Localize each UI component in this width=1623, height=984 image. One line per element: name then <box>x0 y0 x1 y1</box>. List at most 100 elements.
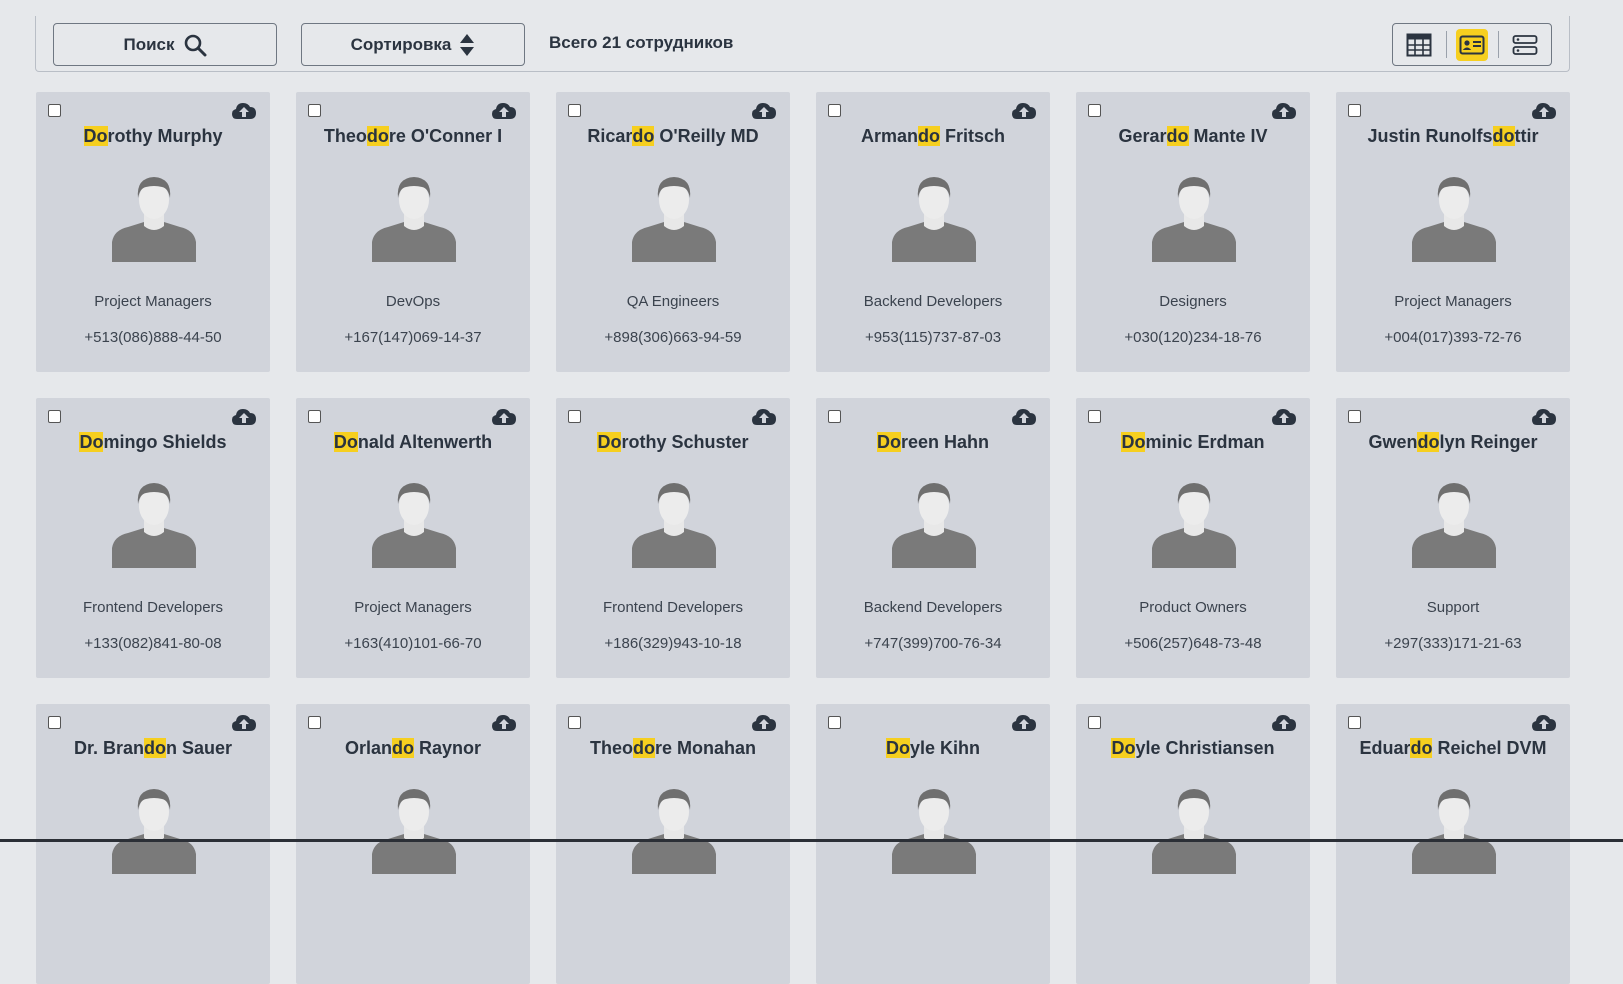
employee-card[interactable]: Domingo Shields Frontend Developers +133(0… <box>36 398 270 678</box>
employee-phone: +297(333)171-21-63 <box>1384 635 1522 652</box>
cloud-upload-icon[interactable] <box>491 101 517 121</box>
employee-card[interactable]: Doyle Kihn <box>816 704 1050 984</box>
table-view-button[interactable] <box>1393 24 1446 65</box>
employee-name: Orlando Raynor <box>344 738 482 758</box>
search-match-highlight: do <box>366 126 389 146</box>
avatar <box>892 786 976 874</box>
employee-card[interactable]: Dominic Erdman Product Owners +506(257)648… <box>1076 398 1310 678</box>
employee-name: Theodore O'Conner I <box>323 126 503 146</box>
employee-card[interactable]: Ricardo O'Reilly MD QA Engineers +898(306)… <box>556 92 790 372</box>
select-checkbox[interactable] <box>48 104 61 117</box>
list-rows-icon <box>1512 34 1538 55</box>
employee-department: Support <box>1426 599 1480 616</box>
select-checkbox[interactable] <box>1348 410 1361 423</box>
search-match-highlight: Do <box>885 738 910 758</box>
cards-view-button[interactable] <box>1445 24 1499 65</box>
select-checkbox[interactable] <box>568 716 581 729</box>
cloud-upload-icon[interactable] <box>1011 713 1037 733</box>
sort-updown-icon <box>460 33 475 56</box>
select-checkbox[interactable] <box>1088 104 1101 117</box>
employee-card[interactable]: Dr. Brandon Sauer <box>36 704 270 984</box>
employee-department: QA Engineers <box>626 293 720 310</box>
select-checkbox[interactable] <box>1348 104 1361 117</box>
table-icon <box>1406 33 1432 56</box>
employee-name: Donald Altenwerth <box>333 432 493 452</box>
cloud-upload-icon[interactable] <box>231 407 257 427</box>
employee-card[interactable]: Justin Runolfsdottir Project Managers +004… <box>1336 92 1570 372</box>
search-match-highlight: do <box>1166 126 1189 146</box>
select-checkbox[interactable] <box>308 104 321 117</box>
cloud-upload-icon[interactable] <box>491 407 517 427</box>
search-match-highlight: do <box>632 738 655 758</box>
employee-department: Project Managers <box>1394 293 1512 310</box>
employee-card[interactable]: Eduardo Reichel DVM <box>1336 704 1570 984</box>
select-checkbox[interactable] <box>568 410 581 423</box>
employee-department: Backend Developers <box>863 293 1003 310</box>
sort-button[interactable]: Сортировка <box>301 23 525 66</box>
employee-card[interactable]: Theodore O'Conner I DevOps +167(147)069-14… <box>296 92 530 372</box>
search-match-highlight: do <box>144 738 166 758</box>
employee-card[interactable]: Dorothy Murphy Project Managers +513(086)8… <box>36 92 270 372</box>
employee-name: Domingo Shields <box>79 432 227 452</box>
cloud-upload-icon[interactable] <box>1531 713 1557 733</box>
list-view-button[interactable] <box>1498 24 1551 65</box>
search-match-highlight: do <box>1492 126 1515 146</box>
select-checkbox[interactable] <box>828 104 841 117</box>
employee-card[interactable]: Gerardo Mante IV Designers +030(120)234-18… <box>1076 92 1310 372</box>
employee-name: Dorothy Murphy <box>83 126 223 146</box>
select-checkbox[interactable] <box>828 716 841 729</box>
employee-department: Project Managers <box>354 599 472 616</box>
select-checkbox[interactable] <box>1088 716 1101 729</box>
select-checkbox[interactable] <box>568 104 581 117</box>
cloud-upload-icon[interactable] <box>1531 101 1557 121</box>
cloud-upload-icon[interactable] <box>1271 407 1297 427</box>
employee-department: Frontend Developers <box>602 599 744 616</box>
employee-phone: +030(120)234-18-76 <box>1124 329 1262 346</box>
employee-card[interactable]: Donald Altenwerth Project Managers +163(41… <box>296 398 530 678</box>
employee-card[interactable]: Orlando Raynor <box>296 704 530 984</box>
employee-card[interactable]: Armando Fritsch Backend Developers +953(11… <box>816 92 1050 372</box>
employee-card[interactable]: Theodore Monahan <box>556 704 790 984</box>
cloud-upload-icon[interactable] <box>1271 713 1297 733</box>
avatar <box>632 174 716 262</box>
employee-card[interactable]: Gwendolyn Reinger Support +297(333)171-21-… <box>1336 398 1570 678</box>
employee-name: Eduardo Reichel DVM <box>1359 738 1547 758</box>
select-checkbox[interactable] <box>48 716 61 729</box>
employee-phone: +506(257)648-73-48 <box>1124 635 1262 652</box>
cloud-upload-icon[interactable] <box>1531 407 1557 427</box>
cloud-upload-icon[interactable] <box>491 713 517 733</box>
employee-card[interactable]: Doreen Hahn Backend Developers +747(399)70… <box>816 398 1050 678</box>
employee-phone: +167(147)069-14-37 <box>344 329 482 346</box>
sort-button-label: Сортировка <box>350 34 452 54</box>
cloud-upload-icon[interactable] <box>1011 101 1037 121</box>
employee-phone: +747(399)700-76-34 <box>864 635 1002 652</box>
select-checkbox[interactable] <box>308 716 321 729</box>
avatar <box>1152 174 1236 262</box>
cloud-upload-icon[interactable] <box>1011 407 1037 427</box>
cloud-upload-icon[interactable] <box>751 407 777 427</box>
employee-department: Designers <box>1159 293 1227 310</box>
employee-phone: +186(329)943-10-18 <box>604 635 742 652</box>
search-match-highlight: Do <box>597 432 622 452</box>
employee-department: Frontend Developers <box>82 599 224 616</box>
select-checkbox[interactable] <box>1348 716 1361 729</box>
select-checkbox[interactable] <box>48 410 61 423</box>
employee-phone: +953(115)737-87-03 <box>864 329 1002 346</box>
view-switcher <box>1392 23 1552 66</box>
search-button[interactable]: Поиск <box>53 23 277 66</box>
search-match-highlight: Do <box>1111 738 1136 758</box>
cloud-upload-icon[interactable] <box>231 101 257 121</box>
select-checkbox[interactable] <box>828 410 841 423</box>
select-checkbox[interactable] <box>308 410 321 423</box>
employee-card[interactable]: Doyle Christiansen <box>1076 704 1310 984</box>
employee-name: Gwendolyn Reinger <box>1368 432 1538 452</box>
cloud-upload-icon[interactable] <box>1271 101 1297 121</box>
cloud-upload-icon[interactable] <box>751 713 777 733</box>
employee-phone: +163(410)101-66-70 <box>344 635 482 652</box>
select-checkbox[interactable] <box>1088 410 1101 423</box>
cloud-upload-icon[interactable] <box>751 101 777 121</box>
id-card-icon <box>1459 35 1485 54</box>
employee-card[interactable]: Dorothy Schuster Frontend Developers +186(… <box>556 398 790 678</box>
cloud-upload-icon[interactable] <box>231 713 257 733</box>
employee-phone: +133(082)841-80-08 <box>84 635 222 652</box>
